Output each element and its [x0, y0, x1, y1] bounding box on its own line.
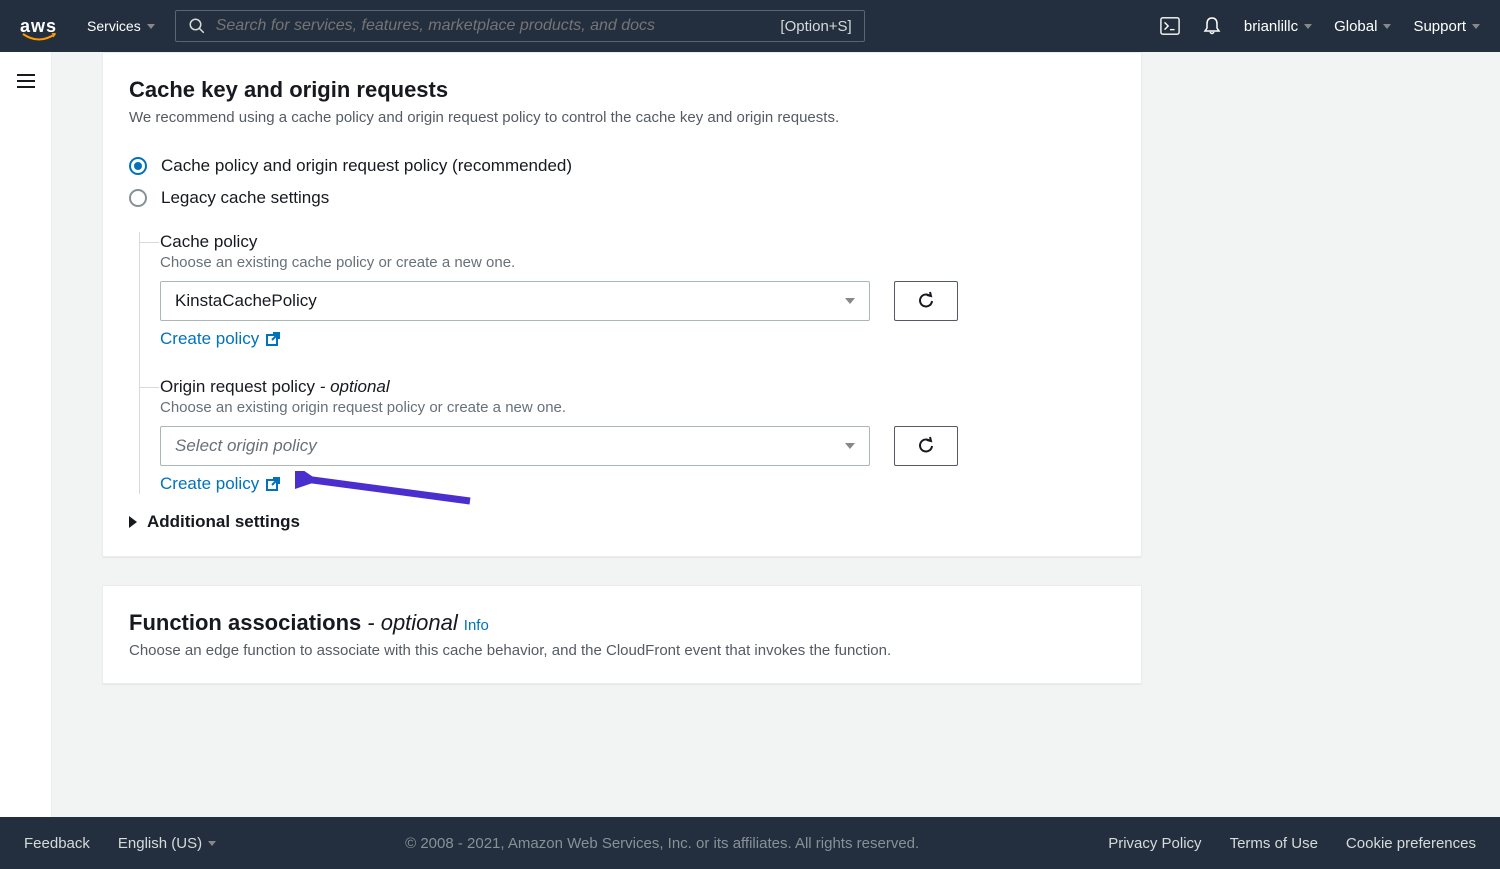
triangle-right-icon: [129, 516, 137, 528]
privacy-policy-link[interactable]: Privacy Policy: [1108, 835, 1201, 852]
annotation-arrow: [295, 471, 475, 511]
search-shortcut-hint: [Option+S]: [780, 18, 851, 35]
link-text: Create policy: [160, 329, 259, 349]
language-selector[interactable]: English (US): [118, 835, 216, 852]
caret-down-icon: [1383, 24, 1391, 29]
support-menu[interactable]: Support: [1413, 18, 1480, 35]
caret-down-icon: [845, 443, 855, 449]
copyright-text: © 2008 - 2021, Amazon Web Services, Inc.…: [244, 835, 1080, 852]
external-link-icon: [265, 476, 281, 492]
cookie-preferences-link[interactable]: Cookie preferences: [1346, 835, 1476, 852]
field-label: Origin request policy - optional: [160, 377, 1115, 397]
radio-label: Legacy cache settings: [161, 188, 329, 208]
function-associations-panel: Function associations - optional Info Ch…: [102, 585, 1142, 684]
caret-down-icon: [1472, 24, 1480, 29]
caret-down-icon: [845, 298, 855, 304]
radio-icon: [129, 157, 147, 175]
radio-icon: [129, 189, 147, 207]
external-link-icon: [265, 331, 281, 347]
search-input[interactable]: [216, 17, 771, 35]
panel-title: Function associations - optional Info: [129, 610, 1115, 636]
origin-request-policy-field: Origin request policy - optional Choose …: [160, 377, 1115, 494]
create-origin-policy-link[interactable]: Create policy: [160, 474, 281, 494]
search-icon: [188, 17, 206, 35]
services-menu[interactable]: Services: [87, 18, 155, 34]
cache-policy-field: Cache policy Choose an existing cache po…: [160, 232, 1115, 349]
link-text: Create policy: [160, 474, 259, 494]
terms-of-use-link[interactable]: Terms of Use: [1230, 835, 1318, 852]
additional-settings-label: Additional settings: [147, 512, 300, 532]
panel-description: Choose an edge function to associate wit…: [129, 642, 1115, 659]
field-label: Cache policy: [160, 232, 1115, 252]
footer: Feedback English (US) © 2008 - 2021, Ama…: [0, 817, 1500, 869]
refresh-icon: [916, 436, 936, 456]
notifications-icon[interactable]: [1202, 16, 1222, 36]
create-cache-policy-link[interactable]: Create policy: [160, 329, 281, 349]
refresh-origin-policy-button[interactable]: [894, 426, 958, 466]
top-navigation: aws Services [Option+S] brianlillc Globa…: [0, 0, 1500, 52]
feedback-link[interactable]: Feedback: [24, 835, 90, 852]
origin-request-policy-select[interactable]: Select origin policy: [160, 426, 870, 466]
hamburger-icon[interactable]: [17, 74, 35, 88]
aws-logo[interactable]: aws: [20, 16, 57, 37]
side-drawer-toggle-column: [0, 52, 52, 817]
section-title: Cache key and origin requests: [129, 77, 1115, 103]
caret-down-icon: [147, 24, 155, 29]
radio-label: Cache policy and origin request policy (…: [161, 156, 572, 176]
field-hint: Choose an existing origin request policy…: [160, 399, 1115, 416]
cache-policy-select[interactable]: KinstaCachePolicy: [160, 281, 870, 321]
region-menu[interactable]: Global: [1334, 18, 1391, 35]
select-value: KinstaCachePolicy: [175, 291, 317, 311]
services-label: Services: [87, 18, 141, 34]
cache-key-panel: Cache key and origin requests We recomme…: [102, 52, 1142, 557]
additional-settings-toggle[interactable]: Additional settings: [129, 512, 1115, 532]
region-label: Global: [1334, 18, 1377, 35]
cloudshell-icon[interactable]: [1160, 16, 1180, 36]
account-name: brianlillc: [1244, 18, 1298, 35]
caret-down-icon: [1304, 24, 1312, 29]
support-label: Support: [1413, 18, 1466, 35]
caret-down-icon: [208, 841, 216, 846]
search-bar[interactable]: [Option+S]: [175, 10, 865, 42]
language-label: English (US): [118, 835, 202, 852]
section-description: We recommend using a cache policy and or…: [129, 109, 1115, 126]
refresh-cache-policy-button[interactable]: [894, 281, 958, 321]
field-hint: Choose an existing cache policy or creat…: [160, 254, 1115, 271]
select-placeholder: Select origin policy: [175, 436, 317, 456]
refresh-icon: [916, 291, 936, 311]
info-link[interactable]: Info: [464, 617, 489, 634]
account-menu[interactable]: brianlillc: [1244, 18, 1312, 35]
radio-legacy-cache[interactable]: Legacy cache settings: [129, 188, 1115, 208]
radio-cache-policy-recommended[interactable]: Cache policy and origin request policy (…: [129, 156, 1115, 176]
